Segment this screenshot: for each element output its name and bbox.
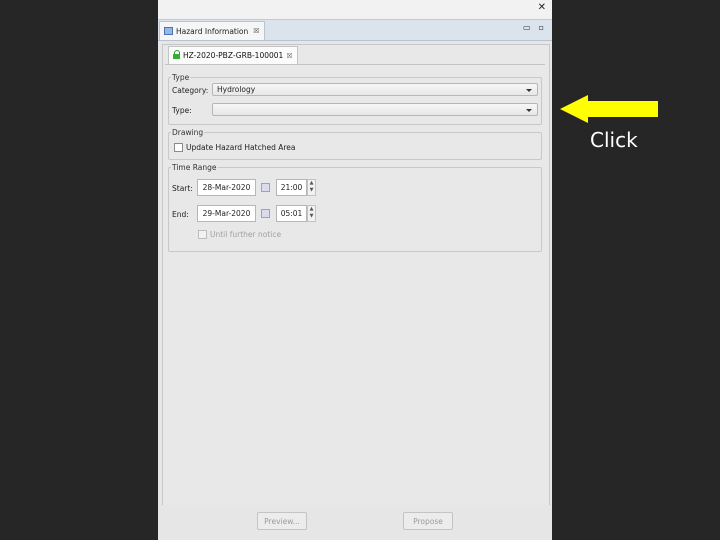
title-bar: ✕ — [158, 0, 552, 20]
chevron-down-icon — [526, 89, 532, 92]
chevron-down-icon — [526, 109, 532, 112]
maximize-button[interactable]: ▫ — [539, 23, 544, 32]
start-time-input[interactable]: 21:00 — [276, 179, 307, 196]
start-time-stepper[interactable]: ▲ ▼ — [307, 179, 316, 196]
tab-hazard-information[interactable]: Hazard Information ☒ — [159, 21, 265, 40]
preview-button[interactable]: Preview... — [257, 512, 307, 530]
calendar-icon[interactable] — [261, 209, 270, 218]
click-annotation: Click — [590, 128, 638, 152]
until-further-notice-checkbox[interactable] — [198, 230, 207, 239]
calendar-icon[interactable] — [261, 183, 270, 192]
drawing-group-legend: Drawing — [172, 128, 204, 137]
start-label: Start: — [172, 184, 193, 193]
end-label: End: — [172, 210, 189, 219]
hazard-form: Type Category: Hydrology Type: Drawing U… — [165, 64, 545, 503]
close-tab-icon[interactable]: ☒ — [253, 27, 259, 35]
close-doc-tab-icon[interactable]: ☒ — [286, 52, 292, 60]
pointer-arrow-icon — [560, 95, 658, 123]
update-hatched-area-label: Update Hazard Hatched Area — [186, 143, 296, 152]
hazard-id-label: HZ-2020-PBZ-GRB-100001 — [183, 51, 284, 60]
hazard-panel: HZ-2020-PBZ-GRB-100001 ☒ Type Category: … — [162, 44, 550, 506]
button-bar: Preview... Propose — [158, 505, 552, 540]
category-value: Hydrology — [217, 85, 256, 94]
until-further-notice-label: Until further notice — [210, 230, 282, 239]
propose-button[interactable]: Propose — [403, 512, 453, 530]
category-label: Category: — [172, 86, 209, 95]
tab-hazard-document[interactable]: HZ-2020-PBZ-GRB-100001 ☒ — [168, 46, 298, 64]
view-tab-bar: Hazard Information ☒ ▭ ▫ — [158, 20, 552, 41]
category-dropdown[interactable]: Hydrology — [212, 83, 538, 96]
end-date-input[interactable]: 29-Mar-2020 — [197, 205, 256, 222]
start-date-input[interactable]: 28-Mar-2020 — [197, 179, 256, 196]
update-hatched-area-checkbox[interactable] — [174, 143, 183, 152]
end-time-input[interactable]: 05:01 — [276, 205, 307, 222]
end-time-stepper[interactable]: ▲ ▼ — [307, 205, 316, 222]
tab-hazard-information-label: Hazard Information — [176, 26, 249, 36]
minimize-button[interactable]: ▭ — [523, 23, 531, 32]
type-group-legend: Type — [172, 73, 190, 82]
type-dropdown[interactable] — [212, 103, 538, 116]
close-window-button[interactable]: ✕ — [538, 2, 546, 13]
hazard-window: ✕ Hazard Information ☒ ▭ ▫ HZ-2020-PBZ-G… — [158, 0, 552, 540]
type-group: Type — [168, 73, 542, 125]
window-icon — [164, 27, 173, 35]
time-range-legend: Time Range — [172, 163, 217, 172]
lock-icon — [173, 50, 180, 59]
arrow-shape — [560, 95, 658, 123]
type-label: Type: — [172, 106, 192, 115]
